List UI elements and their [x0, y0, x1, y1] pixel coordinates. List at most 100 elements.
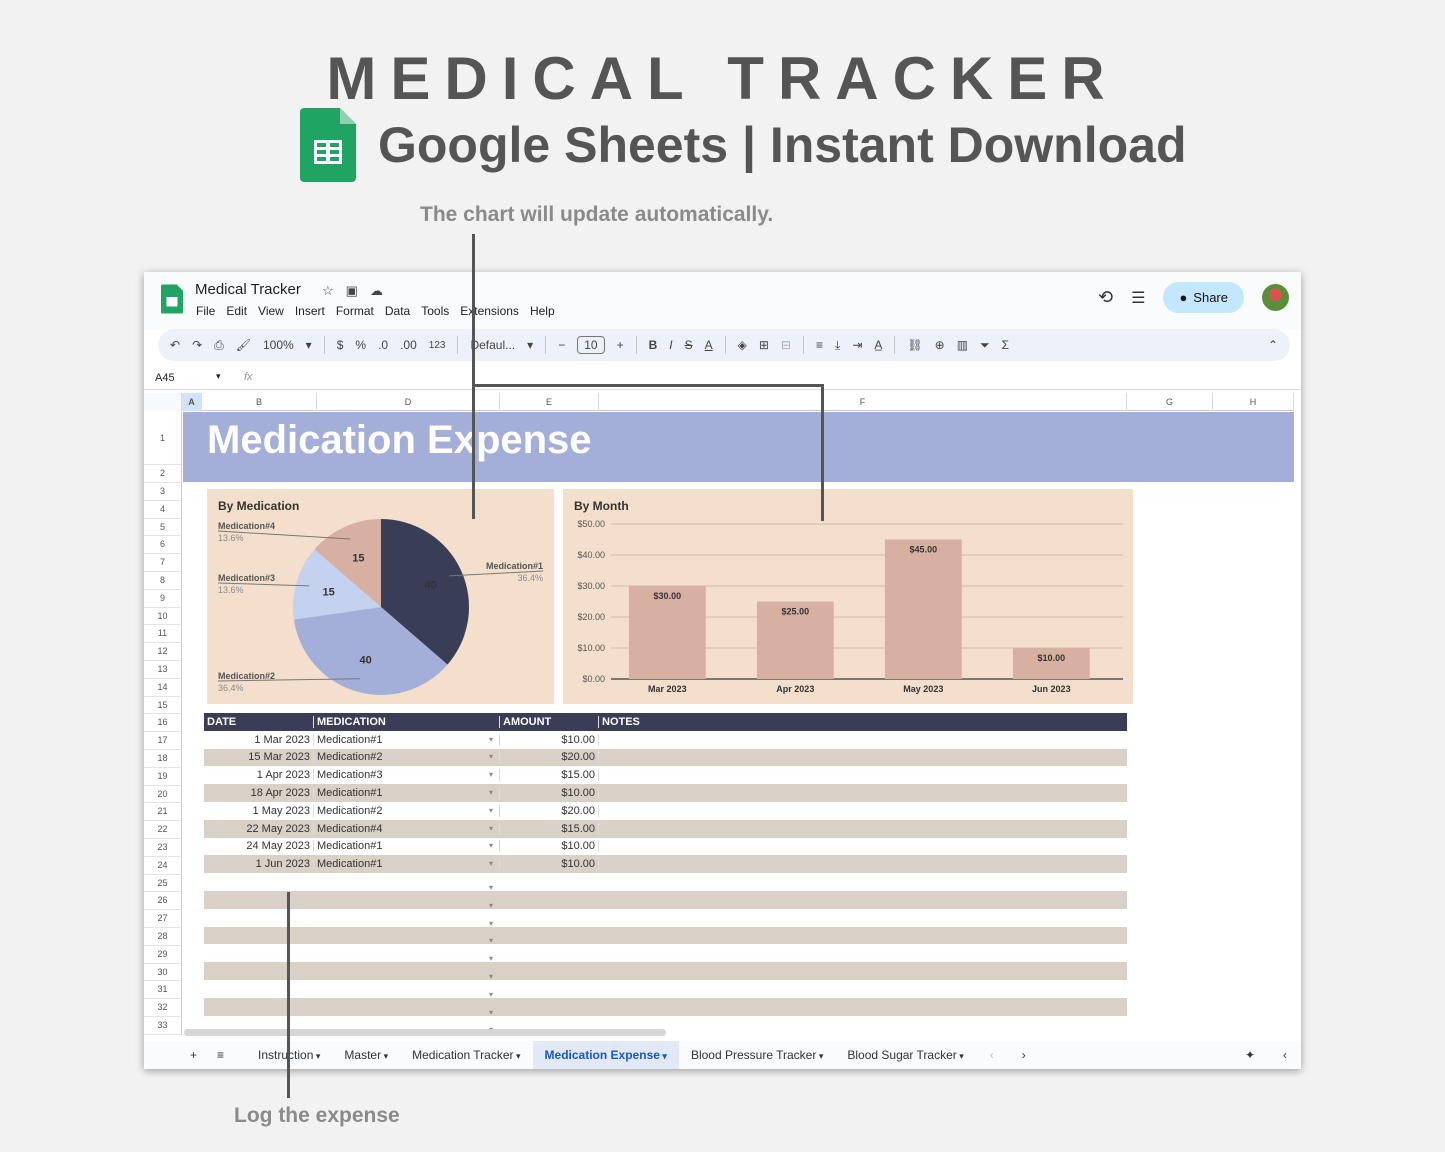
row-header[interactable]: 11: [144, 625, 182, 644]
row-header[interactable]: 9: [144, 589, 182, 608]
document-title[interactable]: Medical Tracker: [195, 281, 301, 298]
bold-icon[interactable]: B: [649, 338, 658, 352]
dropdown-chevron-icon[interactable]: ▾: [489, 770, 493, 779]
pie-chart[interactable]: By Medication 40 Medication#1 36.4% 40 Medic…: [207, 489, 554, 704]
insert-link-icon[interactable]: ⛓: [907, 338, 922, 352]
date-cell[interactable]: 1 Mar 2023: [204, 733, 314, 746]
bar-chart[interactable]: By Month $0.00 $10.00 $20.00 $30.00 $40.00 $5…: [563, 489, 1133, 704]
amount-cell[interactable]: $15.00: [500, 822, 599, 835]
text-wrap-icon[interactable]: ⇥: [852, 338, 862, 352]
row-header[interactable]: 32: [144, 999, 182, 1017]
chevron-down-icon[interactable]: ▾: [306, 338, 312, 352]
date-cell[interactable]: 18 Apr 2023: [204, 787, 314, 800]
row-header[interactable]: 3: [144, 483, 182, 501]
medication-cell[interactable]: Medication#3 ▾: [314, 769, 500, 782]
amount-cell[interactable]: $15.00: [500, 769, 599, 782]
medication-cell[interactable]: Medication#1 ▾: [314, 733, 500, 746]
paint-format-icon[interactable]: 🖌: [236, 338, 251, 352]
medication-cell[interactable]: Medication#1 ▾: [314, 787, 500, 800]
font-size-input[interactable]: 10: [577, 336, 605, 354]
row-header[interactable]: 14: [144, 678, 182, 697]
menu-format[interactable]: Format: [336, 304, 374, 318]
row-header[interactable]: 10: [144, 607, 182, 626]
row-header[interactable]: 5: [144, 518, 182, 537]
amount-cell[interactable]: $10.00: [500, 733, 599, 746]
menu-view[interactable]: View: [258, 304, 284, 318]
sheet-tab[interactable]: Blood Pressure Tracker ▾: [679, 1041, 835, 1069]
bar[interactable]: [884, 539, 962, 680]
chevron-down-icon[interactable]: ▾: [514, 1051, 521, 1061]
date-cell[interactable]: 22 May 2023: [204, 822, 314, 835]
row-header[interactable]: 7: [144, 554, 182, 572]
add-sheet-icon[interactable]: +: [144, 1048, 209, 1062]
row-header[interactable]: 20: [144, 785, 182, 804]
dropdown-chevron-icon[interactable]: ▾: [489, 824, 493, 833]
date-cell[interactable]: 1 Jun 2023: [204, 858, 314, 871]
chevron-down-icon[interactable]: ▾: [313, 1051, 321, 1061]
dropdown-chevron-icon[interactable]: ▾: [489, 752, 493, 761]
sheet-tab[interactable]: Medication Expense ▾: [532, 1041, 679, 1069]
row-header[interactable]: 29: [144, 945, 182, 964]
chevron-down-icon[interactable]: ▾: [216, 371, 221, 382]
column-header-e[interactable]: E: [500, 393, 599, 411]
date-cell[interactable]: 15 Mar 2023: [204, 751, 314, 764]
amount-cell[interactable]: $10.00: [500, 787, 599, 800]
row-header[interactable]: 27: [144, 910, 182, 928]
amount-cell[interactable]: $20.00: [500, 804, 599, 817]
row-header[interactable]: 4: [144, 500, 182, 519]
row-header[interactable]: 24: [144, 856, 182, 875]
row-header[interactable]: 6: [144, 536, 182, 555]
dropdown-chevron-icon[interactable]: ▾: [489, 859, 493, 868]
medication-cell[interactable]: Medication#2 ▾: [314, 804, 500, 817]
sheet-tab[interactable]: Master ▾: [332, 1041, 400, 1069]
all-sheets-icon[interactable]: ≡: [209, 1048, 246, 1062]
row-header[interactable]: 18: [144, 750, 182, 768]
row-header[interactable]: 31: [144, 981, 182, 1000]
star-icon[interactable]: ☆: [322, 283, 334, 299]
column-header-b[interactable]: B: [202, 393, 317, 411]
text-color-icon[interactable]: A: [705, 338, 713, 352]
row-header[interactable]: 1: [144, 412, 182, 465]
explore-icon[interactable]: ✦: [1231, 1048, 1269, 1062]
borders-icon[interactable]: ⊞: [759, 338, 769, 352]
select-all-corner[interactable]: [144, 393, 182, 411]
medication-cell[interactable]: Medication#1 ▾: [314, 840, 500, 853]
dropdown-chevron-icon[interactable]: ▾: [489, 936, 493, 945]
text-rotate-icon[interactable]: A̲: [874, 338, 882, 352]
cloud-status-icon[interactable]: ☁: [370, 283, 383, 299]
row-header[interactable]: 25: [144, 874, 182, 893]
amount-cell[interactable]: $10.00: [500, 840, 599, 853]
row-header[interactable]: 17: [144, 732, 182, 750]
menu-insert[interactable]: Insert: [295, 304, 325, 318]
dropdown-chevron-icon[interactable]: ▾: [489, 883, 493, 892]
row-header[interactable]: 16: [144, 714, 182, 733]
dropdown-chevron-icon[interactable]: ▾: [489, 919, 493, 928]
horizontal-scrollbar[interactable]: [184, 1029, 666, 1036]
version-history-icon[interactable]: ⟲: [1098, 287, 1113, 308]
column-header-f[interactable]: F: [599, 393, 1127, 411]
dropdown-chevron-icon[interactable]: ▾: [489, 806, 493, 815]
insert-comment-icon[interactable]: ⊕: [935, 338, 945, 352]
font-select[interactable]: Defaul...: [470, 338, 515, 352]
medication-cell[interactable]: Medication#1 ▾: [314, 858, 500, 871]
strikethrough-icon[interactable]: S: [685, 338, 693, 352]
amount-cell[interactable]: $10.00: [500, 858, 599, 871]
chevron-down-icon[interactable]: ▾: [381, 1051, 389, 1061]
row-header[interactable]: 12: [144, 643, 182, 661]
avatar[interactable]: [1262, 284, 1289, 311]
dropdown-chevron-icon[interactable]: ▾: [489, 735, 493, 744]
date-cell[interactable]: 1 Apr 2023: [204, 769, 314, 782]
dropdown-chevron-icon[interactable]: ▾: [489, 841, 493, 850]
row-header[interactable]: 22: [144, 821, 182, 839]
dropdown-chevron-icon[interactable]: ▾: [489, 788, 493, 797]
increase-decimal-button[interactable]: .00: [400, 338, 417, 352]
move-folder-icon[interactable]: ▣: [346, 283, 358, 299]
row-header[interactable]: 8: [144, 572, 182, 590]
horizontal-align-icon[interactable]: ≡: [816, 338, 823, 352]
sheet-tab[interactable]: Blood Sugar Tracker ▾: [835, 1041, 975, 1069]
collapse-toolbar-icon[interactable]: ⌃: [1268, 338, 1278, 352]
row-header[interactable]: 33: [144, 1017, 182, 1035]
row-header[interactable]: 28: [144, 928, 182, 946]
row-header[interactable]: 15: [144, 696, 182, 715]
increase-font-size-button[interactable]: +: [617, 338, 624, 352]
